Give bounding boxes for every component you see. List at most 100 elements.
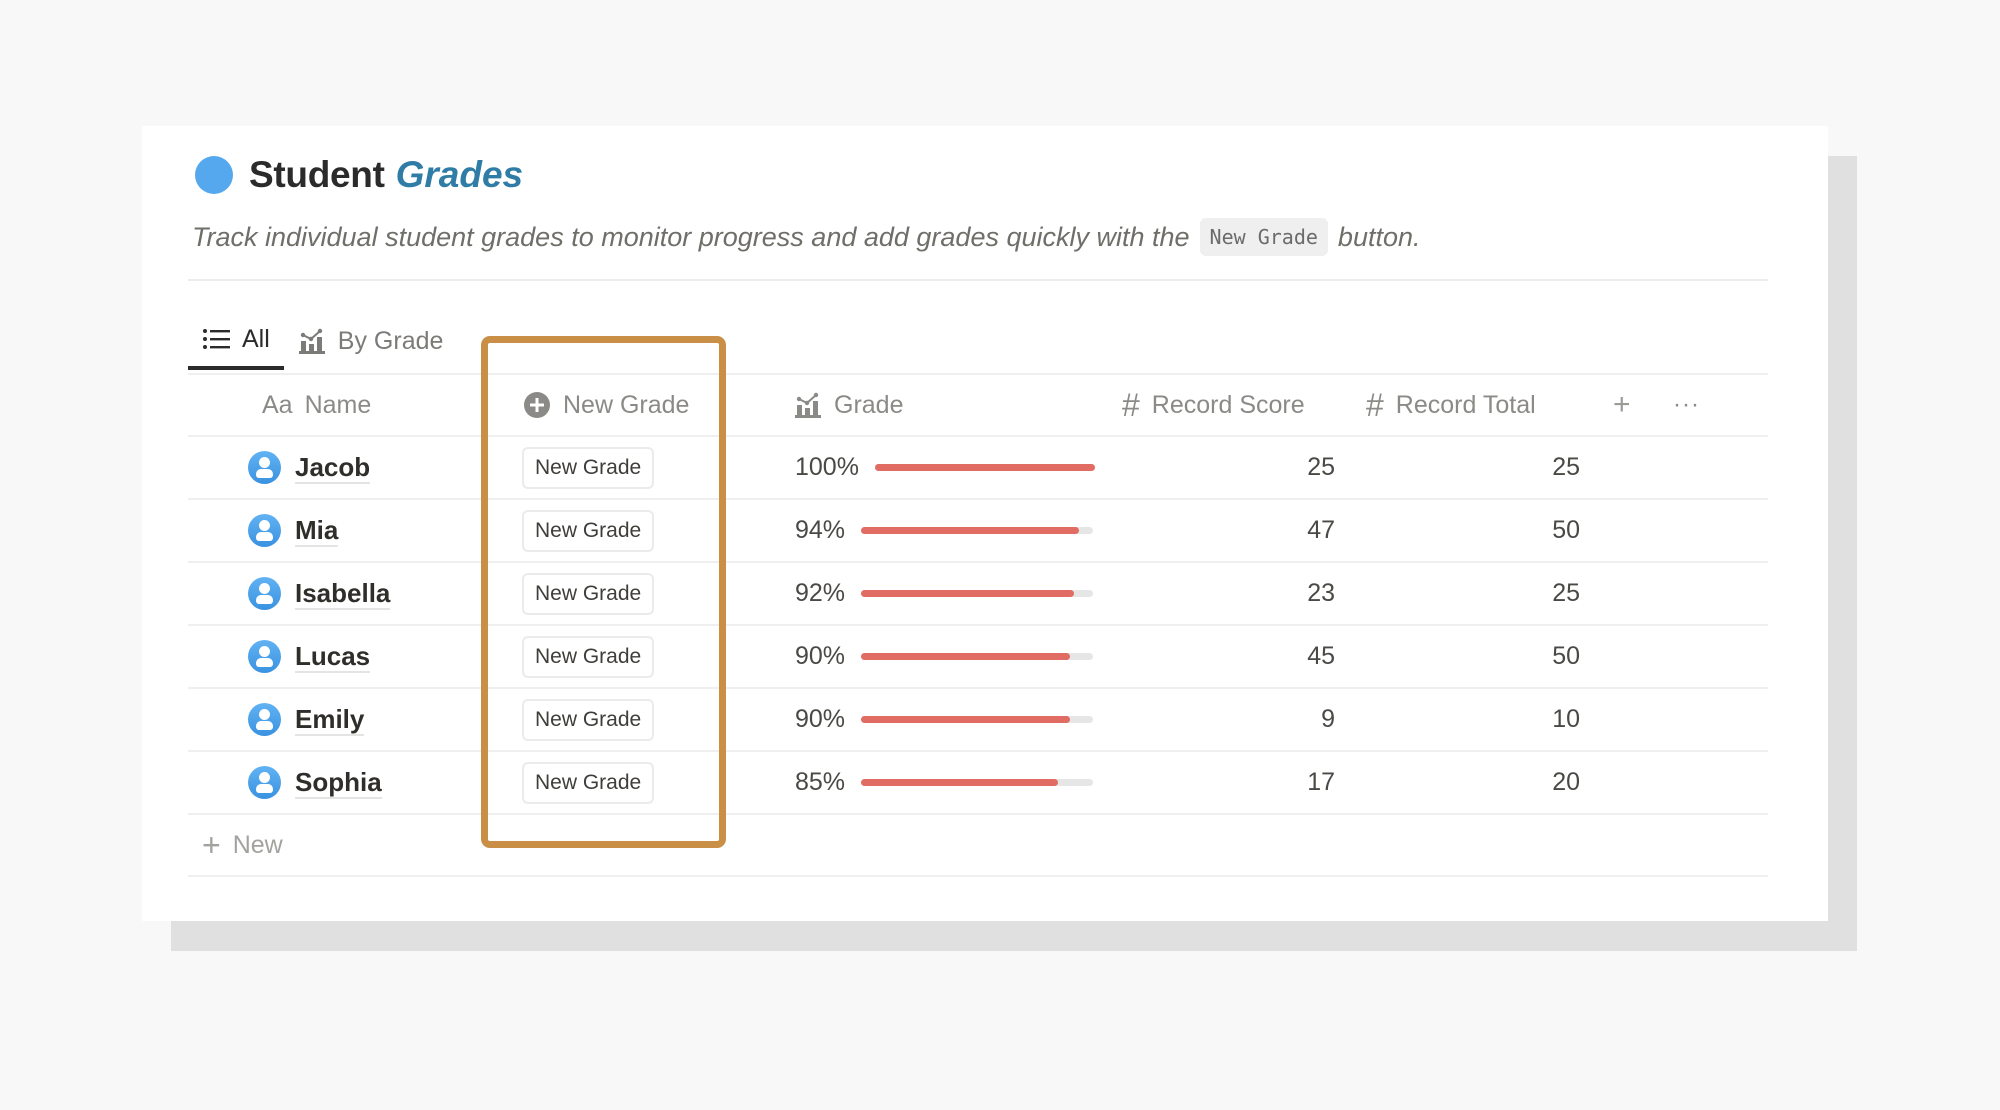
record-total-cell[interactable]: 25 xyxy=(1552,437,1580,498)
student-name[interactable]: Emily xyxy=(295,704,365,736)
page-title: Student Grades xyxy=(195,150,523,200)
student-name[interactable]: Jacob xyxy=(295,452,371,484)
new-grade-cell: New Grade xyxy=(522,752,655,813)
tab-all[interactable]: All xyxy=(188,312,284,370)
record-total-cell[interactable]: 20 xyxy=(1552,752,1580,813)
grade-progress-bar xyxy=(861,653,1093,660)
new-grade-button[interactable]: New Grade xyxy=(522,572,655,615)
record-total: 25 xyxy=(1552,453,1580,481)
grade-progress-fill xyxy=(861,779,1059,786)
grade-cell: 90% xyxy=(795,626,1093,687)
record-score-cell[interactable]: 45 xyxy=(1307,626,1335,687)
grade-percent: 100% xyxy=(795,453,859,481)
student-avatar-icon xyxy=(248,577,281,610)
grade-percent: 92% xyxy=(795,579,846,607)
grade-percent: 90% xyxy=(795,705,846,733)
record-total: 20 xyxy=(1552,768,1580,796)
record-total-cell[interactable]: 10 xyxy=(1552,689,1580,750)
record-total-cell[interactable]: 50 xyxy=(1552,626,1580,687)
record-score: 45 xyxy=(1307,642,1335,670)
column-label: Name xyxy=(304,390,372,419)
student-name[interactable]: Sophia xyxy=(295,767,382,799)
student-avatar-icon xyxy=(248,766,281,799)
record-total-cell[interactable]: 25 xyxy=(1552,563,1580,624)
new-grade-button[interactable]: New Grade xyxy=(522,761,655,804)
plus-icon: + xyxy=(202,826,221,863)
student-name[interactable]: Isabella xyxy=(295,578,391,610)
record-score-cell[interactable]: 23 xyxy=(1307,563,1335,624)
record-score-cell[interactable]: 25 xyxy=(1307,437,1335,498)
add-new-row[interactable]: + New xyxy=(188,815,1768,877)
grade-progress-fill xyxy=(861,716,1070,723)
grade-percent: 85% xyxy=(795,768,846,796)
record-score: 47 xyxy=(1307,516,1335,544)
student-avatar-icon xyxy=(248,703,281,736)
tab-label: All xyxy=(242,324,270,353)
name-cell[interactable]: Emily xyxy=(248,689,365,750)
grade-cell: 94% xyxy=(795,500,1093,561)
more-options-button[interactable]: ··· xyxy=(1673,375,1700,435)
new-grade-button[interactable]: New Grade xyxy=(522,446,655,489)
new-grade-cell: New Grade xyxy=(522,626,655,687)
name-cell[interactable]: Mia xyxy=(248,500,339,561)
chart-icon xyxy=(794,392,822,418)
new-grade-button[interactable]: New Grade xyxy=(522,509,655,552)
add-property-button[interactable]: + xyxy=(1613,375,1631,435)
record-score: 25 xyxy=(1307,453,1335,481)
title-text: Student xyxy=(249,154,385,195)
student-name[interactable]: Mia xyxy=(295,515,339,547)
column-header-record-score[interactable]: # Record Score xyxy=(1122,375,1305,435)
new-grade-cell: New Grade xyxy=(522,437,655,498)
grade-progress-fill xyxy=(861,527,1080,534)
list-icon xyxy=(203,329,230,349)
page-icon xyxy=(195,156,233,194)
tab-by-grade[interactable]: By Grade xyxy=(284,313,458,369)
tab-label: By Grade xyxy=(337,326,444,355)
table-row[interactable]: Isabella New Grade 92% 23 25 xyxy=(188,563,1768,626)
student-avatar-icon xyxy=(248,451,281,484)
record-score: 23 xyxy=(1307,579,1335,607)
table-row[interactable]: Sophia New Grade 85% 17 20 xyxy=(188,752,1768,815)
new-grade-cell: New Grade xyxy=(522,689,655,750)
description-text-end: button. xyxy=(1337,221,1421,252)
hash-icon: # xyxy=(1366,386,1384,423)
new-grade-cell: New Grade xyxy=(522,500,655,561)
record-total: 50 xyxy=(1552,642,1580,670)
page-description: Track individual student grades to monit… xyxy=(192,218,1421,256)
column-label: Grade xyxy=(834,390,904,419)
column-header-new-grade[interactable]: New Grade xyxy=(523,375,689,435)
record-score: 17 xyxy=(1307,768,1335,796)
name-cell[interactable]: Jacob xyxy=(248,437,371,498)
view-tabs: All By Grade xyxy=(188,312,457,370)
table-header: Aa Name New Grade Grade # Record Score #… xyxy=(188,373,1768,437)
name-cell[interactable]: Isabella xyxy=(248,563,391,624)
grade-progress-fill xyxy=(875,464,1095,471)
student-name[interactable]: Lucas xyxy=(295,641,371,673)
column-header-name[interactable]: Aa Name xyxy=(262,375,371,435)
grade-progress-fill xyxy=(861,590,1075,597)
name-cell[interactable]: Sophia xyxy=(248,752,382,813)
column-header-record-total[interactable]: # Record Total xyxy=(1366,375,1536,435)
new-row-button[interactable]: + New xyxy=(202,815,283,875)
record-score-cell[interactable]: 47 xyxy=(1307,500,1335,561)
grade-percent: 90% xyxy=(795,642,846,670)
grade-cell: 100% xyxy=(795,437,1095,498)
table-row[interactable]: Jacob New Grade 100% 25 25 xyxy=(188,437,1768,500)
new-row-label: New xyxy=(232,830,283,859)
column-header-grade[interactable]: Grade xyxy=(794,375,903,435)
new-grade-cell: New Grade xyxy=(522,563,655,624)
title-accent: Grades xyxy=(395,154,524,195)
new-grade-button[interactable]: New Grade xyxy=(522,635,655,678)
new-grade-button[interactable]: New Grade xyxy=(522,698,655,741)
table-row[interactable]: Lucas New Grade 90% 45 50 xyxy=(188,626,1768,689)
record-total-cell[interactable]: 50 xyxy=(1552,500,1580,561)
grade-progress-bar xyxy=(861,779,1093,786)
table-row[interactable]: Mia New Grade 94% 47 50 xyxy=(188,500,1768,563)
record-score-cell[interactable]: 9 xyxy=(1321,689,1335,750)
column-label: Record Total xyxy=(1395,390,1536,419)
record-score-cell[interactable]: 17 xyxy=(1307,752,1335,813)
grade-percent: 94% xyxy=(795,516,846,544)
table-row[interactable]: Emily New Grade 90% 9 10 xyxy=(188,689,1768,752)
name-cell[interactable]: Lucas xyxy=(248,626,371,687)
grade-progress-bar xyxy=(861,716,1093,723)
